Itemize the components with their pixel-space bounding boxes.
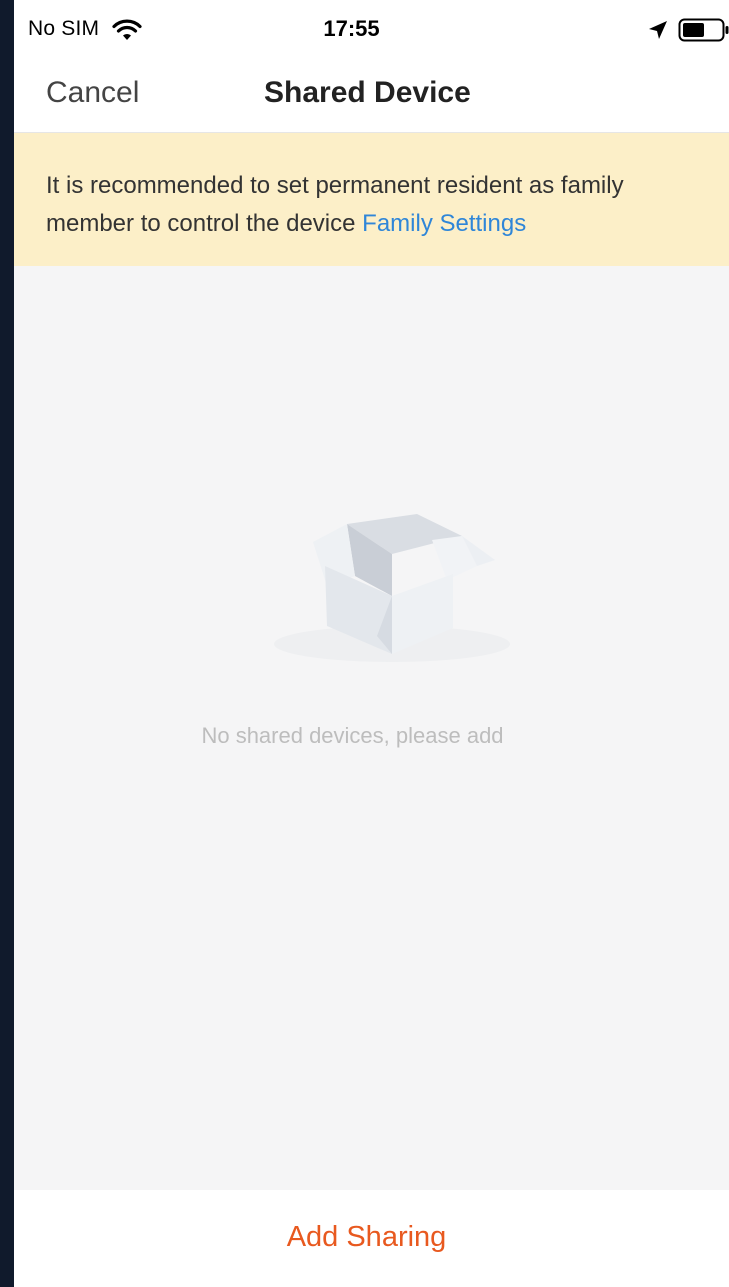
bottom-action-bar: Add Sharing	[14, 1190, 729, 1287]
status-bar: No SIM 17:55	[14, 0, 729, 62]
navigation-bar: Cancel Shared Device	[14, 62, 729, 133]
empty-state: No shared devices, please add	[14, 266, 729, 1190]
banner-text: It is recommended to set permanent resid…	[46, 172, 624, 237]
empty-message: No shared devices, please add	[201, 723, 504, 748]
empty-box-icon	[274, 514, 510, 662]
clock: 17:55	[323, 16, 380, 41]
app-screen: No SIM 17:55 Cancel Shared Device It is …	[14, 0, 729, 1287]
family-settings-link[interactable]: Family Settings	[362, 210, 526, 237]
page-title: Shared Device	[264, 76, 471, 109]
battery-icon	[678, 18, 729, 42]
location-arrow-icon	[649, 21, 667, 39]
cancel-button[interactable]: Cancel	[46, 76, 139, 110]
add-sharing-button[interactable]: Add Sharing	[287, 1221, 447, 1254]
banner-message: It is recommended to set permanent resid…	[46, 167, 706, 243]
family-settings-banner: It is recommended to set permanent resid…	[14, 133, 729, 266]
